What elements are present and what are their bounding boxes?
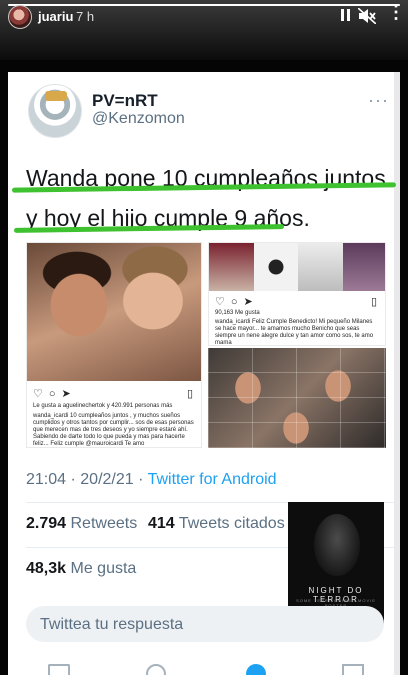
bookmark-icon: ▯	[370, 296, 377, 308]
couple-photo	[27, 243, 201, 381]
meta-separator: ·	[133, 471, 148, 488]
search-icon[interactable]	[146, 664, 166, 675]
instagram-action-icons: ♡○➤	[215, 296, 259, 308]
tweet-card: PV=nRT @Kenzomon ··· Wanda pone 10 cumpl…	[8, 72, 400, 675]
photo-tile	[342, 243, 385, 291]
tweet-author-name[interactable]: PV=nRT	[92, 91, 158, 111]
spaces-icon[interactable]	[246, 664, 266, 675]
retweets-count: 2.794	[26, 515, 67, 532]
retweets-stat[interactable]: 2.794 Retweets	[26, 515, 137, 533]
reply-placeholder: Twittea tu respuesta	[40, 616, 184, 633]
mail-icon[interactable]	[342, 664, 364, 675]
photo-tile	[298, 243, 343, 291]
quote-tweets-label: Tweets citados	[178, 515, 285, 532]
mute-icon[interactable]	[357, 7, 377, 27]
story-time: 7 h	[76, 9, 95, 24]
tweet-more-icon[interactable]: ···	[368, 90, 389, 111]
tweet-author-handle[interactable]: @Kenzomon	[92, 110, 185, 128]
meme-collage-image[interactable]	[208, 348, 386, 448]
tweet-source-link[interactable]: Twitter for Android	[148, 471, 277, 488]
quote-tweets-count: 414	[148, 515, 175, 532]
meta-separator: ·	[66, 471, 81, 488]
instagram-action-icons: ♡○➤	[33, 388, 77, 400]
tweet-meta: 21:04 · 20/2/21 · Twitter for Android	[26, 471, 277, 489]
likes-count: 48,3k	[26, 560, 67, 577]
instagram-caption: wanda_icardi Feliz Cumple Benedicto! Mi …	[215, 319, 374, 346]
photo-strip	[209, 243, 385, 291]
photo-tile	[253, 243, 298, 291]
story-header: juariu 7 h ⋮	[0, 0, 408, 60]
quote-tweets-stat[interactable]: 414 Tweets citados	[148, 515, 285, 533]
tweet-time: 21:04	[26, 471, 67, 488]
poster-face-image	[314, 514, 360, 576]
bookmark-icon: ▯	[186, 388, 193, 400]
instagram-likes: 90,163 Me gusta	[215, 310, 260, 316]
embedded-instagram-post-2[interactable]: ♡○➤ ▯ 90,163 Me gusta wanda_icardi Feliz…	[208, 242, 386, 346]
instagram-caption: wanda_icardi 10 cumpleaños juntos , y mu…	[33, 413, 194, 447]
story-username[interactable]: juariu	[38, 9, 73, 24]
avatar-badge	[45, 91, 67, 101]
story-progress-bar	[8, 4, 400, 6]
retweets-label: Retweets	[70, 515, 138, 532]
photo-tile	[209, 243, 254, 291]
reply-input[interactable]: Twittea tu respuesta	[26, 606, 384, 642]
embedded-instagram-post[interactable]: ♡○➤ ▯ Le gusta a aguelinechertok y 420.9…	[26, 242, 202, 448]
likes-label: Me gusta	[70, 560, 137, 577]
more-icon[interactable]: ⋮	[387, 3, 405, 21]
story-avatar[interactable]	[8, 5, 32, 29]
likes-stat[interactable]: 48,3k Me gusta	[26, 560, 136, 578]
tweet-author-avatar[interactable]	[28, 84, 82, 138]
home-icon[interactable]	[48, 664, 70, 675]
pause-icon[interactable]	[339, 8, 353, 23]
tweet-date: 20/2/21	[80, 471, 134, 488]
instagram-liked-by: Le gusta a aguelinechertok y 420.991 per…	[33, 403, 173, 409]
story-progress-fill	[8, 4, 400, 6]
